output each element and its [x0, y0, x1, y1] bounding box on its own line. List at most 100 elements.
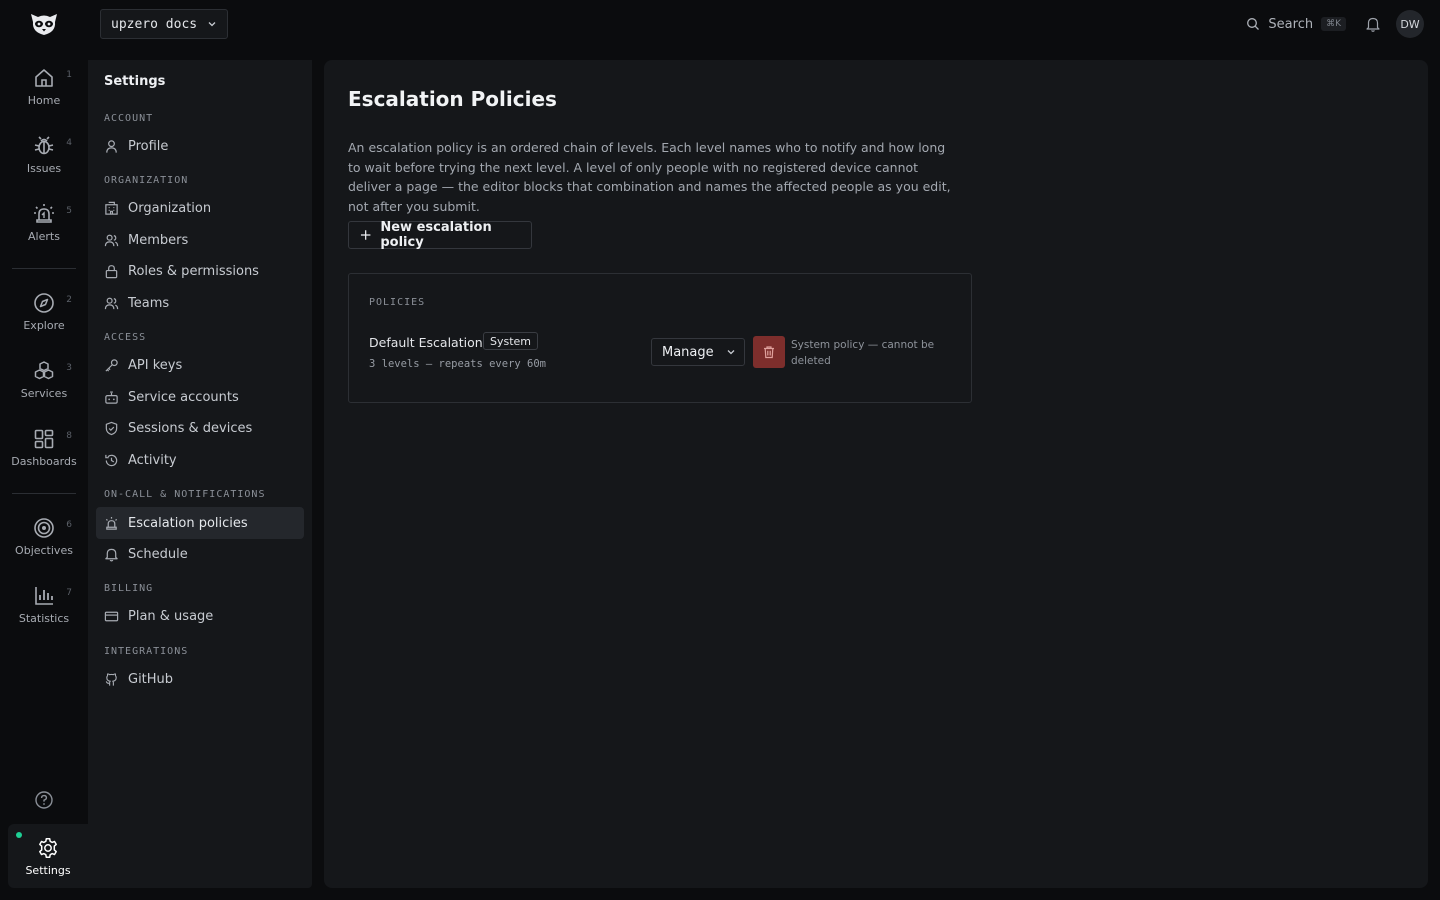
team-icon — [104, 297, 119, 309]
sidebar-item-label: API keys — [128, 357, 183, 373]
section-billing: BILLING — [104, 583, 154, 594]
sidebar-item-members[interactable]: Members — [96, 224, 304, 256]
sidebar-item-sessions[interactable]: Sessions & devices — [96, 412, 304, 444]
sidebar-item-label: Roles & permissions — [128, 263, 259, 279]
nav-dashboards-label: Dashboards — [11, 455, 77, 468]
sidebar-item-api-keys[interactable]: API keys — [96, 349, 304, 381]
sidebar-item-activity[interactable]: Activity — [96, 444, 304, 476]
key-icon — [105, 358, 118, 372]
sidebar-title: Settings — [104, 74, 166, 89]
robot-icon — [105, 390, 118, 404]
workspace-switcher[interactable]: upzero docs — [100, 9, 228, 39]
nav-explore[interactable]: Explore 2 — [8, 291, 80, 349]
gear-icon — [39, 837, 57, 858]
users-icon — [104, 234, 119, 246]
nav-statistics[interactable]: Statistics 7 — [8, 584, 80, 642]
sidebar-item-teams[interactable]: Teams — [96, 287, 304, 319]
nav-objectives[interactable]: Objectives 6 — [8, 516, 80, 574]
nav-services-count: 3 — [66, 363, 72, 373]
sidebar-item-escalation-policies[interactable]: Escalation policies — [96, 507, 304, 539]
building-icon — [105, 201, 118, 215]
help-icon[interactable] — [33, 789, 55, 811]
primary-nav: Home 1 Issues 4 Alerts 5 Explore 2 Servi… — [0, 56, 88, 900]
alarm-icon — [105, 516, 118, 530]
sidebar-item-label: Activity — [128, 452, 177, 468]
nav-home-count: 1 — [66, 70, 72, 80]
system-badge: System — [483, 332, 539, 350]
policy-name: Default Escalation — [369, 335, 483, 350]
section-account: ACCOUNT — [104, 113, 154, 124]
delete-policy-button[interactable] — [753, 336, 785, 368]
nav-statistics-label: Statistics — [18, 612, 70, 625]
sidebar-item-schedule[interactable]: Schedule — [96, 538, 304, 570]
settings-sidebar: Settings ACCOUNT Profile ORGANIZATION Or… — [88, 60, 312, 888]
sidebar-item-roles[interactable]: Roles & permissions — [96, 255, 304, 287]
nav-home[interactable]: Home 1 — [8, 66, 80, 124]
nav-services-label: Services — [20, 387, 68, 400]
search-button[interactable]: Search ⌘K — [1246, 17, 1346, 32]
search-label: Search — [1268, 16, 1314, 32]
target-icon — [34, 518, 54, 538]
bug-icon — [34, 136, 54, 155]
sidebar-item-label: Profile — [128, 138, 169, 154]
plus-icon — [360, 230, 371, 240]
main-panel: Escalation Policies An escalation policy… — [324, 60, 1428, 888]
policy-summary: 3 levels — repeats every 60m — [369, 358, 547, 370]
nav-alerts[interactable]: Alerts 5 — [8, 202, 80, 260]
history-icon — [105, 454, 118, 466]
user-avatar[interactable]: DW — [1396, 10, 1424, 38]
sidebar-item-label: Escalation policies — [128, 515, 248, 531]
nav-statistics-count: 7 — [66, 588, 72, 598]
rail-divider — [12, 268, 76, 269]
page-title: Escalation Policies — [348, 87, 557, 111]
sidebar-item-service-accounts[interactable]: Service accounts — [96, 381, 304, 413]
status-dot — [16, 832, 22, 838]
bell-icon — [105, 548, 118, 561]
sidebar-item-label: Members — [128, 232, 189, 248]
nav-settings-label: Settings — [25, 863, 71, 877]
sidebar-item-label: Organization — [128, 200, 212, 216]
bar-chart-icon — [35, 587, 53, 605]
user-icon — [106, 139, 117, 153]
sidebar-item-github[interactable]: GitHub — [96, 663, 304, 695]
shield-icon — [105, 421, 118, 435]
policies-card: POLICIES Default Escalation System 3 lev… — [348, 273, 972, 403]
nav-issues-label: Issues — [26, 162, 62, 175]
nav-issues[interactable]: Issues 4 — [8, 134, 80, 192]
github-icon — [105, 672, 117, 686]
nav-home-label: Home — [27, 94, 61, 107]
bell-icon[interactable] — [1364, 15, 1382, 33]
nav-explore-label: Explore — [23, 319, 65, 332]
nav-services[interactable]: Services 3 — [8, 359, 80, 417]
sidebar-item-label: Sessions & devices — [128, 420, 253, 436]
nav-alerts-count: 5 — [66, 206, 72, 216]
nav-dashboards[interactable]: Dashboards 8 — [8, 427, 80, 485]
search-shortcut: ⌘K — [1321, 17, 1346, 31]
chevron-down-icon — [208, 22, 216, 27]
section-integrations: INTEGRATIONS — [104, 646, 189, 657]
new-escalation-policy-button[interactable]: New escalation policy — [348, 220, 532, 250]
sidebar-item-label: Teams — [128, 295, 170, 311]
sidebar-item-label: GitHub — [128, 671, 174, 687]
nav-dashboards-count: 8 — [66, 431, 72, 441]
manage-label: Manage — [662, 344, 714, 360]
sidebar-item-label: Schedule — [128, 546, 188, 562]
sidebar-item-organization[interactable]: Organization — [96, 192, 304, 224]
app-logo[interactable] — [28, 10, 60, 38]
section-organization: ORGANIZATION — [104, 175, 189, 186]
sidebar-item-plan[interactable]: Plan & usage — [96, 600, 304, 632]
trash-icon — [764, 346, 774, 359]
nav-objectives-count: 6 — [66, 520, 72, 530]
boxes-icon — [34, 361, 54, 380]
manage-button[interactable]: Manage — [651, 338, 745, 366]
sidebar-item-label: Plan & usage — [128, 608, 214, 624]
policies-heading: POLICIES — [369, 297, 426, 308]
nav-settings[interactable]: Settings — [8, 824, 88, 888]
delete-disabled-note: System policy — cannot be deleted — [791, 339, 935, 367]
page-description: An escalation policy is an ordered chain… — [348, 140, 951, 214]
nav-alerts-label: Alerts — [28, 230, 60, 243]
sidebar-item-profile[interactable]: Profile — [96, 130, 304, 162]
rail-divider — [12, 493, 76, 494]
compass-icon — [34, 293, 54, 313]
credit-card-icon — [104, 611, 119, 621]
